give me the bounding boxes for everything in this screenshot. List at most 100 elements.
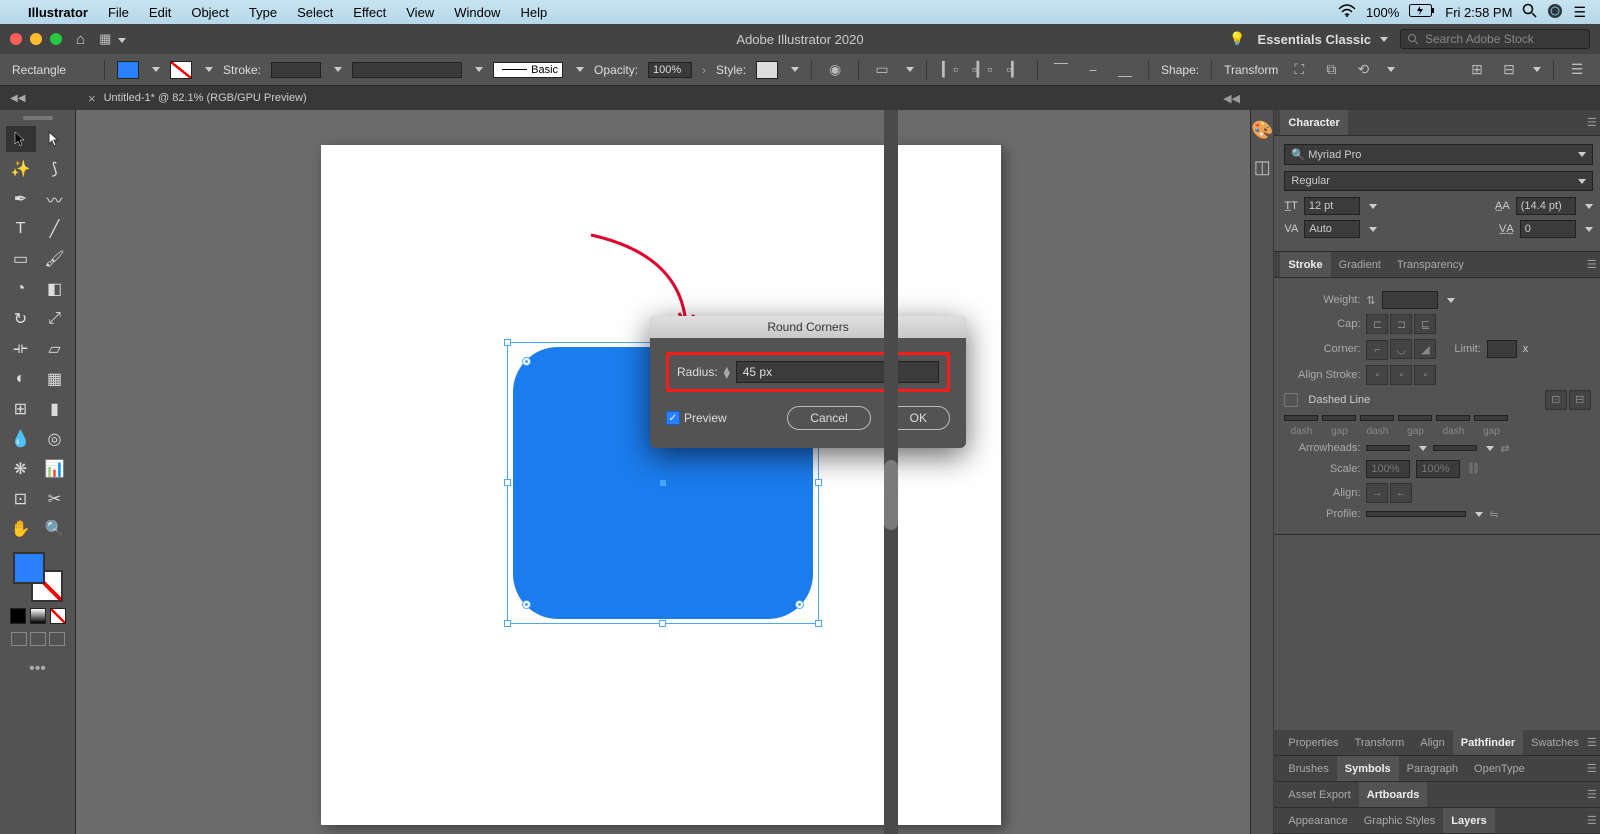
edit-toolbar-button[interactable]: ••• xyxy=(29,660,46,678)
stroke-swatch[interactable] xyxy=(170,61,192,79)
width-tool[interactable]: ⟛ xyxy=(6,336,36,362)
align-bottom-icon[interactable]: ⎽ xyxy=(1114,59,1136,81)
font-size-input[interactable]: 12 pt xyxy=(1304,197,1360,215)
align-stroke-buttons[interactable]: ▫▫▫ xyxy=(1366,365,1438,385)
prefs-icon[interactable]: ⊟ xyxy=(1498,59,1520,81)
minimize-window-button[interactable] xyxy=(30,33,42,45)
dashed-checkbox[interactable] xyxy=(1284,393,1298,407)
tab-layers[interactable]: Layers xyxy=(1443,808,1494,833)
fill-swatch[interactable] xyxy=(117,61,139,79)
align-right-icon[interactable]: ▫▎ xyxy=(1003,59,1025,81)
flip-icon[interactable]: ⇋ xyxy=(1489,508,1498,521)
stroke-weight-input[interactable] xyxy=(271,62,321,78)
hand-tool[interactable]: ✋ xyxy=(6,516,36,542)
eraser-tool[interactable]: ◧ xyxy=(40,276,70,302)
tab-artboards[interactable]: Artboards xyxy=(1359,782,1428,807)
panel-menu-icon[interactable]: ☰ xyxy=(1587,814,1597,827)
resize-handle-e[interactable] xyxy=(815,479,822,486)
resize-handle-w[interactable] xyxy=(504,479,511,486)
workspace-selector[interactable]: Essentials Classic xyxy=(1258,32,1388,47)
draw-inside[interactable] xyxy=(49,632,65,646)
vertical-scrollbar-thumb[interactable] xyxy=(884,460,898,530)
shaper-tool[interactable]: ◔ xyxy=(6,276,36,302)
tab-align[interactable]: Align xyxy=(1412,730,1452,755)
resize-handle-s[interactable] xyxy=(659,620,666,627)
artboard-tool[interactable]: ⊡ xyxy=(6,486,36,512)
paintbrush-tool[interactable]: 🖌 xyxy=(40,246,70,272)
resize-handle-se[interactable] xyxy=(815,620,822,627)
draw-behind[interactable] xyxy=(30,632,46,646)
opacity-input[interactable]: 100% xyxy=(648,62,692,78)
magic-wand-tool[interactable]: ✨ xyxy=(6,156,36,182)
menu-edit[interactable]: Edit xyxy=(149,5,171,20)
collapse-panels-icon[interactable]: ◀◀ xyxy=(1223,92,1240,105)
zoom-window-button[interactable] xyxy=(50,33,62,45)
global-edit-icon[interactable]: ⟲ xyxy=(1352,59,1374,81)
tab-stroke[interactable]: Stroke xyxy=(1280,252,1330,277)
rectangle-tool[interactable]: ▭ xyxy=(6,246,36,272)
home-icon[interactable]: ⌂ xyxy=(76,31,85,48)
dash-1[interactable] xyxy=(1284,415,1318,421)
direct-selection-tool[interactable] xyxy=(40,126,70,152)
graphic-style-swatch[interactable] xyxy=(756,61,778,79)
rotate-tool[interactable]: ↻ xyxy=(6,306,36,332)
fill-stroke-selector[interactable] xyxy=(13,552,63,602)
collapse-toolbar-icon[interactable]: ◀◀ xyxy=(10,93,25,104)
weight-input[interactable] xyxy=(1382,291,1438,309)
edit-similar-icon[interactable]: ⧉ xyxy=(1320,59,1342,81)
tab-properties[interactable]: Properties xyxy=(1280,730,1346,755)
scale-end[interactable]: 100% xyxy=(1416,460,1460,478)
cap-buttons[interactable]: ⊏⊐⊑ xyxy=(1366,314,1438,334)
radius-input[interactable] xyxy=(736,361,939,383)
tab-opentype[interactable]: OpenType xyxy=(1466,756,1533,781)
clock[interactable]: Fri 2:58 PM xyxy=(1445,5,1512,20)
xy-icon[interactable]: ⊞ xyxy=(1466,59,1488,81)
menu-effect[interactable]: Effect xyxy=(353,5,386,20)
resize-handle-sw[interactable] xyxy=(504,620,511,627)
brush-def[interactable]: Basic xyxy=(493,62,563,78)
tab-character[interactable]: Character xyxy=(1280,110,1347,135)
dash-align-buttons[interactable]: ⊡⊟ xyxy=(1545,390,1593,410)
symbol-sprayer-tool[interactable]: ❋ xyxy=(6,456,36,482)
profile-dropdown[interactable] xyxy=(1366,511,1466,517)
panel-menu-icon[interactable]: ☰ xyxy=(1566,59,1588,81)
lasso-tool[interactable]: ⟆ xyxy=(40,156,70,182)
link-scale-icon[interactable]: ⛓ xyxy=(1466,462,1480,475)
gpu-icon[interactable]: 💡 xyxy=(1229,31,1245,47)
swap-arrows-icon[interactable]: ⇄ xyxy=(1500,442,1509,455)
siri-icon[interactable] xyxy=(1547,3,1563,22)
menu-app[interactable]: Illustrator xyxy=(28,5,88,20)
spotlight-icon[interactable] xyxy=(1522,3,1537,21)
tab-pathfinder[interactable]: Pathfinder xyxy=(1453,730,1523,755)
cancel-button[interactable]: Cancel xyxy=(787,406,870,430)
panel-menu-icon[interactable]: ☰ xyxy=(1587,116,1597,129)
panel-menu-icon[interactable]: ☰ xyxy=(1587,788,1597,801)
leading-input[interactable]: (14.4 pt) xyxy=(1516,197,1576,215)
canvas-area[interactable]: Round Corners Radius: ▴▾ ✓ Preview Cance… xyxy=(76,110,1250,834)
selection-tool[interactable] xyxy=(6,126,36,152)
menu-view[interactable]: View xyxy=(406,5,434,20)
align-hcenter-icon[interactable]: ▫▎▫ xyxy=(971,59,993,81)
tab-symbols[interactable]: Symbols xyxy=(1337,756,1399,781)
color-mode-gradient[interactable] xyxy=(30,608,46,624)
close-tab-icon[interactable]: × xyxy=(88,91,96,106)
transform-button[interactable]: Transform xyxy=(1224,63,1278,77)
line-tool[interactable]: ╱ xyxy=(40,216,70,242)
menu-object[interactable]: Object xyxy=(191,5,229,20)
fill-color[interactable] xyxy=(13,552,45,584)
arrow-start[interactable] xyxy=(1366,445,1410,451)
corner-widget-se[interactable] xyxy=(795,600,804,609)
gradient-tool[interactable]: ▮ xyxy=(40,396,70,422)
tab-transparency[interactable]: Transparency xyxy=(1389,252,1472,277)
var-width-profile[interactable] xyxy=(352,62,462,78)
shape-button[interactable]: Shape: xyxy=(1161,63,1199,77)
eyedropper-tool[interactable]: 💧 xyxy=(6,426,36,452)
menu-help[interactable]: Help xyxy=(520,5,547,20)
scale-tool[interactable]: ⤢ xyxy=(40,306,70,332)
align-to-icon[interactable]: ▭ xyxy=(871,59,893,81)
align-left-icon[interactable]: ▎▫ xyxy=(939,59,961,81)
panel-menu-icon[interactable]: ☰ xyxy=(1587,762,1597,775)
gap-3[interactable] xyxy=(1474,415,1508,421)
blend-tool[interactable]: ◎ xyxy=(40,426,70,452)
color-mode-none[interactable] xyxy=(50,608,66,624)
